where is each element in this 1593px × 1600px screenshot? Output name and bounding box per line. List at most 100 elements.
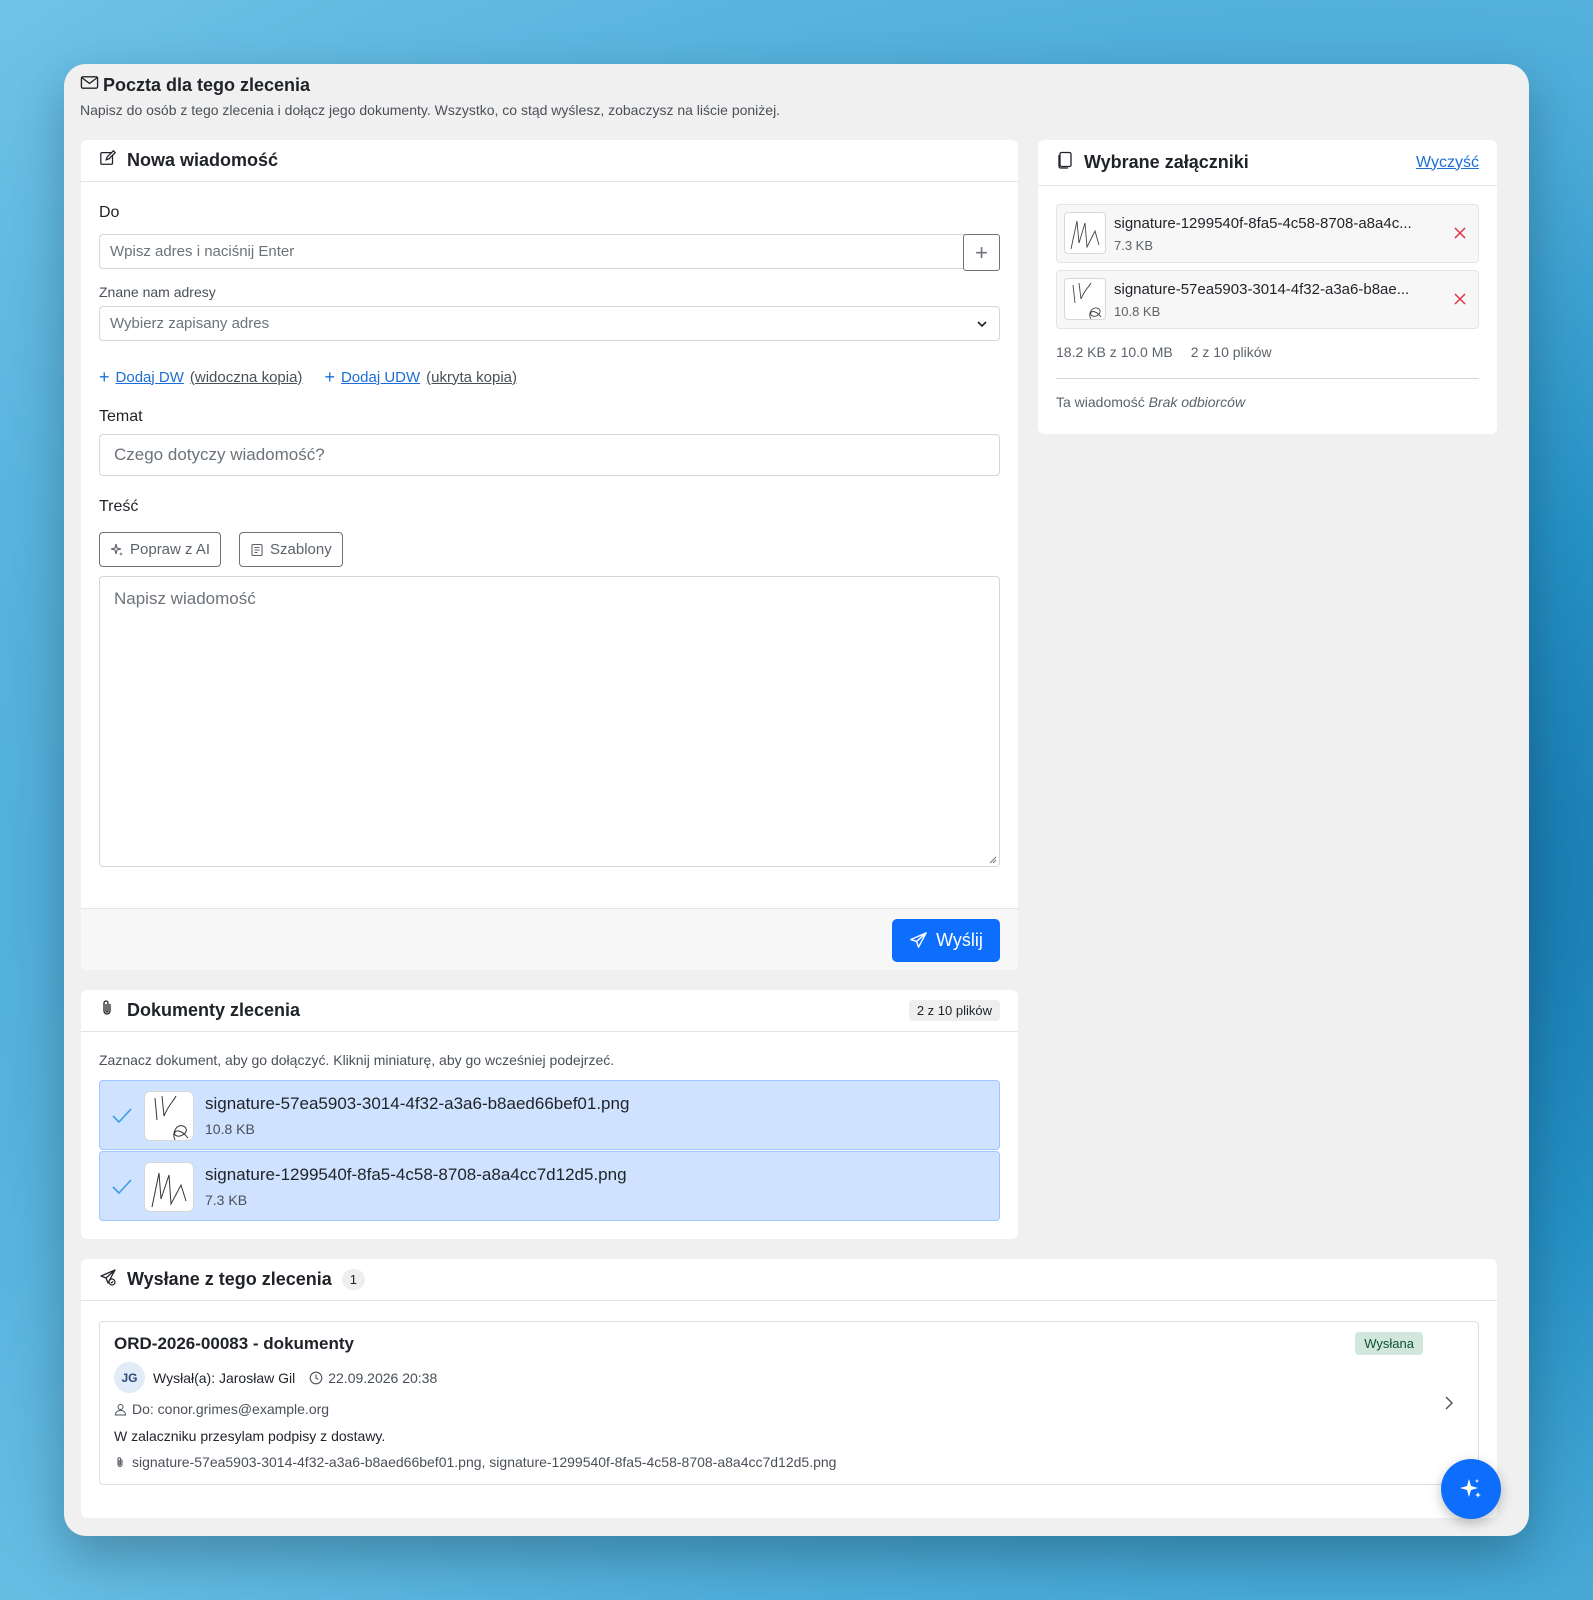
subject-label: Temat [99, 408, 143, 425]
attachments-header: Wybrane załączniki Wyczyść [1038, 140, 1497, 186]
window-title: Poczta dla tego zlecenia [103, 74, 311, 95]
compose-footer: Wyślij [81, 908, 1018, 970]
body-placeholder: Napisz wiadomość [114, 589, 256, 608]
to-label: Do [99, 204, 120, 221]
paperclip-icon [117, 1456, 123, 1467]
sent-body: W zalaczniku przesylam podpisy z dostawy… [114, 1428, 386, 1444]
sent-file-list: signature-57ea5903-3014-4f32-a3a6-b8aed6… [132, 1454, 837, 1470]
sent-count-badge: 1 [341, 1269, 365, 1290]
pencil-square-icon [99, 149, 117, 172]
add-bcc-label: Dodaj UDW [340, 368, 421, 386]
attachment-size: 7.3 KB [1114, 238, 1154, 253]
attachment-item: signature-57ea5903-3014-4f32-a3a6-b8ae..… [1056, 270, 1479, 329]
compose-title: Nowa wiadomość [127, 150, 279, 170]
ai-improve-button[interactable]: Popraw z AI [99, 532, 222, 567]
body-textarea[interactable]: Napisz wiadomość [99, 576, 1000, 867]
document-thumbnail[interactable] [144, 1162, 194, 1212]
sent-meta: JG Wysłał(a): Jarosław Gil 22.09.2026 20… [114, 1362, 437, 1393]
documents-count-badge: 2 z 10 plików [908, 1000, 1000, 1021]
divider [1056, 378, 1479, 379]
attachments-title: Wybrane załączniki [1084, 152, 1249, 172]
document-name: signature-1299540f-8fa5-4c58-8708-a8a4cc… [205, 1165, 627, 1184]
message-status-value: Brak odbiorców [1148, 394, 1246, 410]
add-cc-hint: (widoczna kopia) [189, 368, 303, 386]
known-addresses-placeholder: Wybierz zapisany adres [110, 315, 270, 332]
documents-title: Dokumenty zlecenia [127, 1000, 301, 1020]
sent-recipient: Do: conor.grimes@example.org [114, 1401, 329, 1417]
to-placeholder: Wpisz adres i naciśnij Enter [110, 243, 295, 260]
sparkles-icon [1460, 1479, 1481, 1498]
check-icon[interactable] [110, 1104, 134, 1128]
document-thumbnail[interactable] [144, 1091, 194, 1141]
documents-header: Dokumenty zlecenia 2 z 10 plików [81, 990, 1018, 1032]
subject-placeholder: Czego dotyczy wiadomość? [114, 445, 325, 464]
send-check-icon [99, 1268, 117, 1291]
send-label: Wyślij [936, 930, 983, 950]
add-bcc-link[interactable]: + Dodaj UDW (ukryta kopia) [324, 368, 517, 386]
add-recipient-button[interactable]: + [963, 234, 1000, 271]
attachments-title-group: Wybrane załączniki [1056, 151, 1249, 174]
remove-attachment-icon[interactable] [1452, 291, 1468, 307]
template-icon [251, 543, 263, 556]
documents-hint: Zaznacz dokument, aby go dołączyć. Klikn… [99, 1052, 615, 1068]
signature-thumbnail[interactable] [1064, 278, 1106, 320]
ai-improve-label: Popraw z AI [130, 541, 211, 558]
chevron-right-icon[interactable] [1442, 1394, 1456, 1412]
add-bcc-hint: (ukryta kopia) [426, 368, 518, 386]
remove-attachment-icon[interactable] [1452, 225, 1468, 241]
sent-files: signature-57ea5903-3014-4f32-a3a6-b8aed6… [114, 1454, 836, 1470]
compose-header: Nowa wiadomość [81, 140, 1018, 182]
resize-handle-icon[interactable] [987, 854, 997, 864]
message-status-label: Ta wiadomość [1056, 394, 1145, 410]
send-icon [910, 932, 927, 948]
signature-thumbnail[interactable] [1064, 212, 1106, 254]
document-size: 10.8 KB [205, 1121, 255, 1137]
window-subtitle: Napisz do osób z tego zlecenia i dołącz … [80, 102, 781, 118]
clear-attachments-link[interactable]: Wyczyść [1416, 154, 1479, 172]
avatar: JG [114, 1362, 145, 1393]
attachment-size: 10.8 KB [1114, 304, 1161, 319]
envelope-icon [80, 73, 99, 97]
attachments-total-size: 18.2 KB z 10.0 MB [1056, 344, 1173, 360]
sent-header: Wysłane z tego zlecenia 1 [81, 1259, 1497, 1301]
plus-icon: + [99, 367, 110, 387]
sent-time: 22.09.2026 20:38 [309, 1370, 437, 1386]
check-icon[interactable] [110, 1175, 134, 1199]
chevron-down-icon [977, 321, 987, 328]
add-cc-link[interactable]: + Dodaj DW (widoczna kopia) [99, 368, 302, 386]
known-addresses-label: Znane nam adresy [99, 284, 216, 300]
subject-input[interactable]: Czego dotyczy wiadomość? [99, 434, 1000, 476]
sent-title: Wysłane z tego zlecenia [127, 1269, 332, 1289]
attachment-name: signature-1299540f-8fa5-4c58-8708-a8a4c.… [1114, 215, 1412, 232]
status-badge: Wysłana [1355, 1332, 1423, 1355]
message-status: Ta wiadomość Brak odbiorców [1056, 394, 1245, 410]
attachments-summary: 18.2 KB z 10.0 MB 2 z 10 plików [1056, 344, 1272, 360]
selected-attachments-card: Wybrane załączniki Wyczyść signature-129… [1038, 140, 1497, 434]
attachment-item: signature-1299540f-8fa5-4c58-8708-a8a4c.… [1056, 204, 1479, 263]
mail-window: Poczta dla tego zlecenia Napisz do osób … [64, 64, 1529, 1536]
document-row[interactable]: signature-57ea5903-3014-4f32-a3a6-b8aed6… [99, 1080, 1000, 1150]
copy-links: + Dodaj DW (widoczna kopia) + Dodaj UDW … [99, 368, 517, 386]
templates-label: Szablony [270, 541, 332, 558]
sent-subject: ORD-2026-00083 - dokumenty [114, 1334, 354, 1353]
document-row[interactable]: signature-1299540f-8fa5-4c58-8708-a8a4cc… [99, 1151, 1000, 1221]
sent-to: Do: conor.grimes@example.org [132, 1401, 330, 1417]
body-label: Treść [99, 498, 139, 515]
sent-message-item[interactable]: ORD-2026-00083 - dokumenty Wysłana JG Wy… [99, 1321, 1479, 1485]
sent-messages-card: Wysłane z tego zlecenia 1 ORD-2026-00083… [81, 1259, 1497, 1518]
document-name: signature-57ea5903-3014-4f32-a3a6-b8aed6… [205, 1094, 630, 1113]
order-documents-card: Dokumenty zlecenia 2 z 10 plików Zaznacz… [81, 990, 1018, 1239]
sent-sender: Wysłał(a): Jarosław Gil [153, 1369, 296, 1386]
to-input[interactable]: Wpisz adres i naciśnij Enter + [99, 234, 1000, 271]
plus-icon: + [975, 239, 988, 265]
templates-button[interactable]: Szablony [239, 532, 343, 567]
attachments-file-count: 2 z 10 plików [1190, 344, 1272, 360]
sent-datetime: 22.09.2026 20:38 [328, 1369, 438, 1386]
compose-card: Nowa wiadomość Do Wpisz adres i naciśnij… [81, 140, 1018, 970]
plus-icon: + [324, 367, 335, 387]
known-addresses-select[interactable]: Wybierz zapisany adres [99, 306, 1000, 341]
attachment-name: signature-57ea5903-3014-4f32-a3a6-b8ae..… [1114, 281, 1410, 298]
ai-assistant-button[interactable] [1441, 1459, 1501, 1519]
send-button[interactable]: Wyślij [892, 919, 1000, 962]
paperclip-icon [99, 999, 117, 1022]
